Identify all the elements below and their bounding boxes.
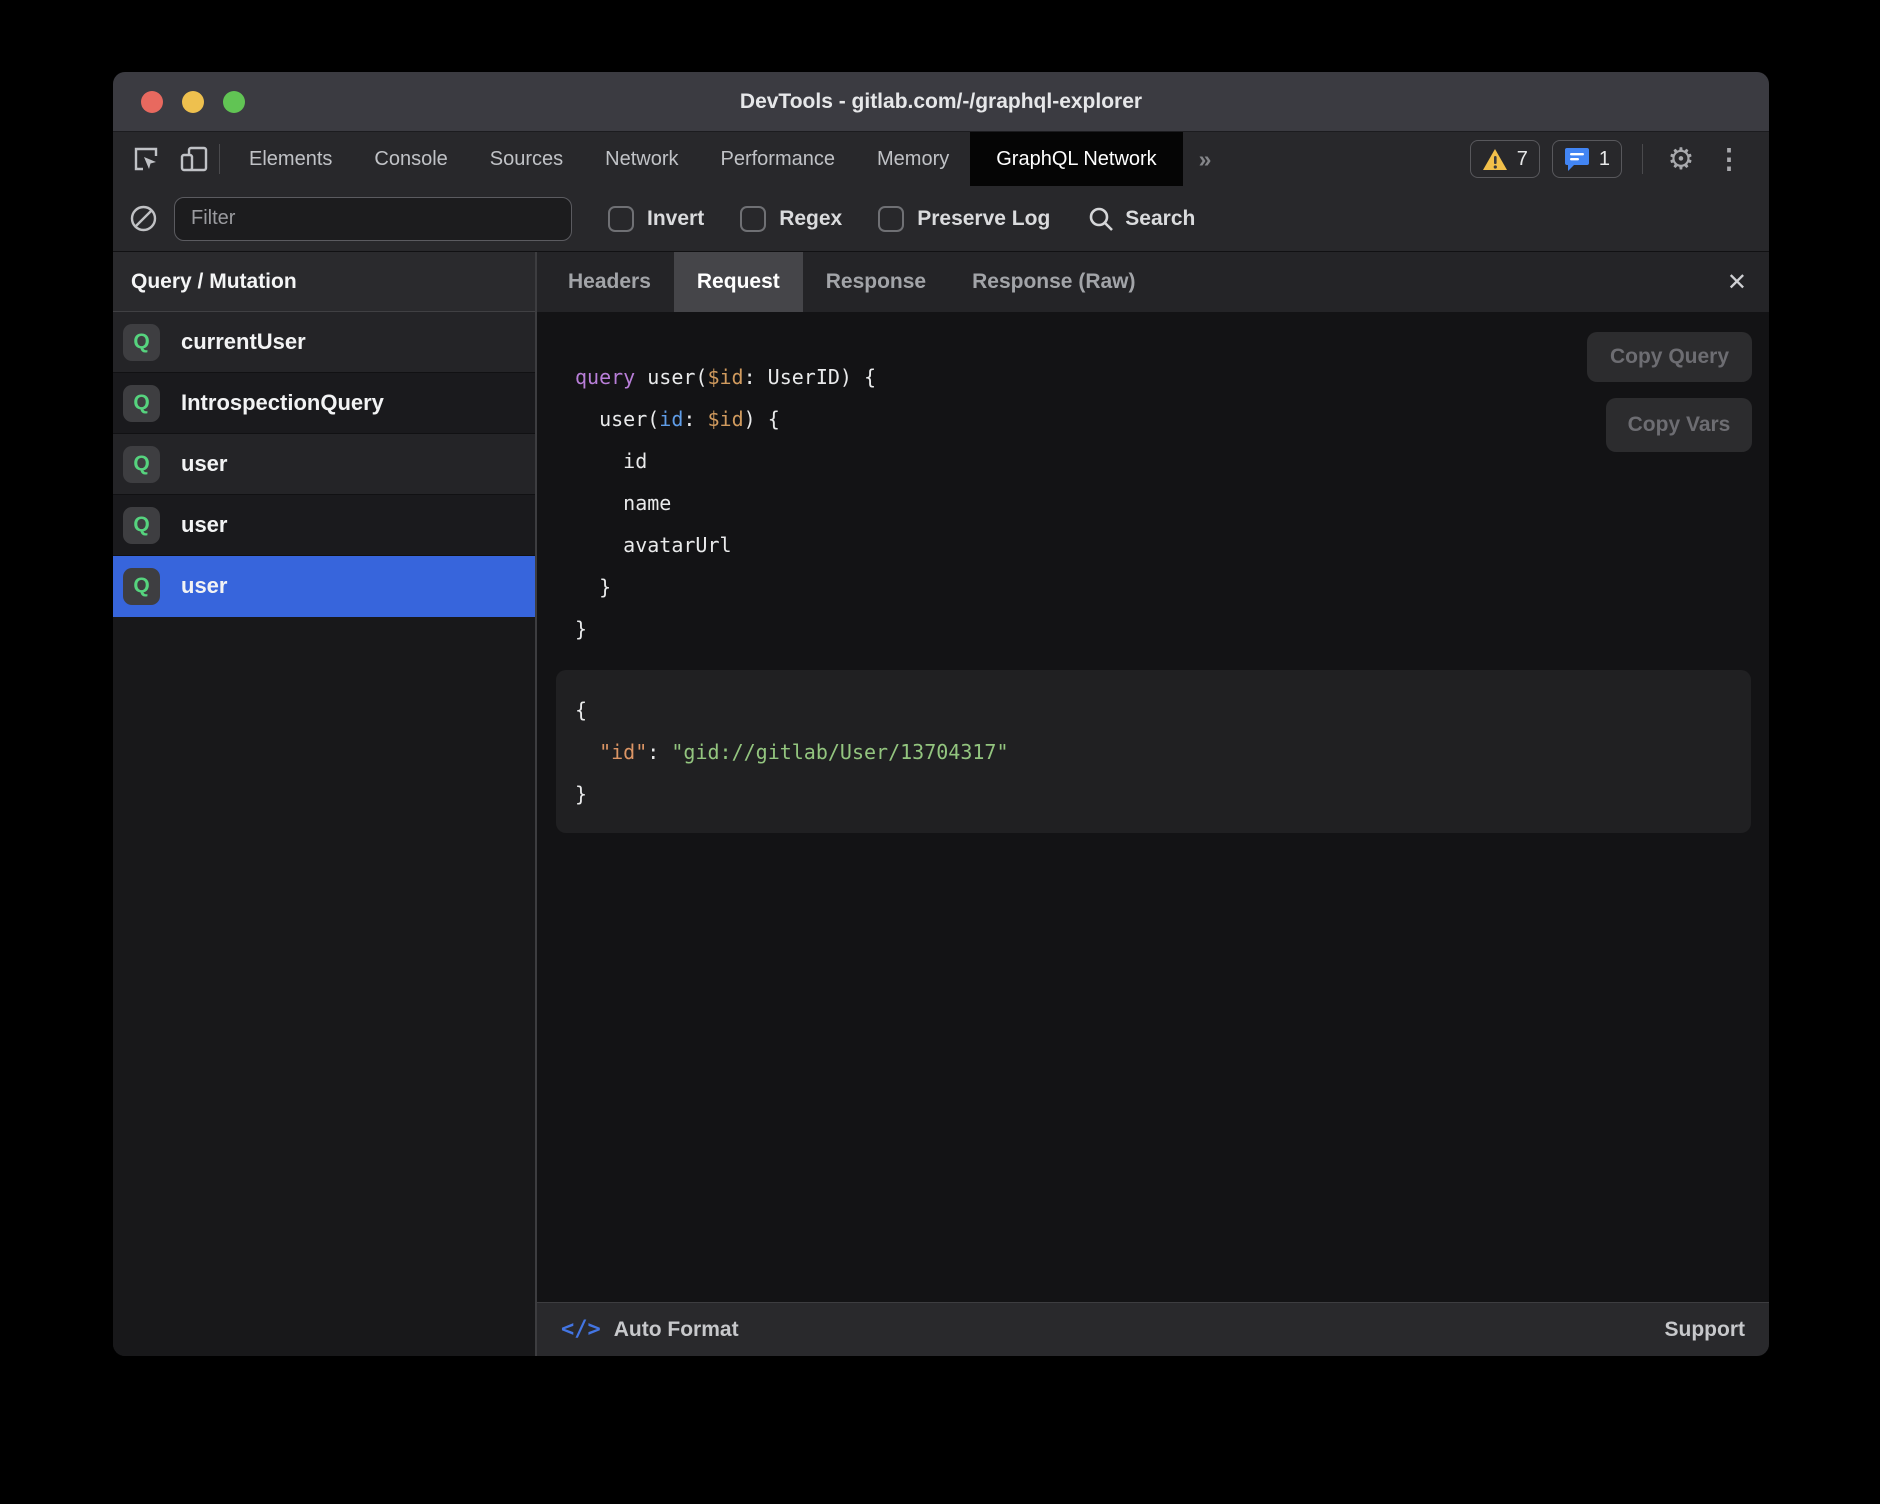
tab-response[interactable]: Response [803,252,949,312]
query-list-panel: Query / Mutation Q currentUser Q Introsp… [113,252,535,1356]
search-button[interactable]: Search [1088,206,1195,232]
message-count: 1 [1599,148,1610,171]
graphql-query-code: query user($id: UserID) { user(id: $id) … [537,312,1769,650]
title-bar[interactable]: DevTools - gitlab.com/-/graphql-explorer [113,72,1769,132]
query-list-title: Query / Mutation [113,252,535,312]
window-title: DevTools - gitlab.com/-/graphql-explorer [113,90,1769,114]
tab-response-raw[interactable]: Response (Raw) [949,252,1158,312]
toolbar-separator [219,144,220,174]
query-row-label: user [181,512,227,538]
support-link[interactable]: Support [1665,1318,1745,1342]
request-content: query user($id: UserID) { user(id: $id) … [537,312,1769,1302]
request-detail-panel: Headers Request Response Response (Raw) … [537,252,1769,1356]
invert-checkbox[interactable] [608,206,634,232]
more-options-icon[interactable]: ⋮ [1711,141,1747,177]
query-row-introspectionQuery[interactable]: Q IntrospectionQuery [113,373,535,434]
preserve-log-label: Preserve Log [917,207,1050,231]
tab-network[interactable]: Network [584,132,699,186]
code-brackets-icon: </> [561,1317,601,1342]
auto-format-label: Auto Format [614,1318,739,1342]
copy-query-button[interactable]: Copy Query [1587,332,1752,382]
query-list-empty-area [113,617,535,1356]
filter-bar: Invert Regex Preserve Log Search [113,186,1769,252]
inspect-element-icon[interactable] [129,142,163,176]
query-row-label: user [181,573,227,599]
more-tabs-icon[interactable]: » [1183,132,1226,186]
query-row-user-1[interactable]: Q user [113,434,535,495]
preserve-log-checkbox-group[interactable]: Preserve Log [878,206,1050,232]
devtools-window: DevTools - gitlab.com/-/graphql-explorer… [113,72,1769,1356]
warning-icon [1482,148,1508,171]
filter-input[interactable] [174,197,572,241]
devtools-toolbar: Elements Console Sources Network Perform… [113,132,1769,186]
issues-badge[interactable]: 1 [1552,140,1622,178]
tab-graphql-network[interactable]: GraphQL Network [970,132,1182,186]
tab-headers[interactable]: Headers [545,252,674,312]
detail-tab-bar: Headers Request Response Response (Raw) … [537,252,1769,312]
invert-label: Invert [647,207,704,231]
query-row-user-selected[interactable]: Q user [113,556,535,617]
query-type-badge: Q [123,507,160,544]
detail-footer: </> Auto Format Support [537,1302,1769,1356]
device-toolbar-icon[interactable] [177,142,211,176]
search-icon [1088,206,1114,232]
query-type-badge: Q [123,568,160,605]
tab-performance[interactable]: Performance [700,132,857,186]
regex-checkbox[interactable] [740,206,766,232]
variables-json-box: { "id": "gid://gitlab/User/13704317"} [556,670,1751,833]
close-detail-icon[interactable]: ✕ [1705,252,1769,312]
preserve-log-checkbox[interactable] [878,206,904,232]
invert-checkbox-group[interactable]: Invert [608,206,704,232]
tab-console[interactable]: Console [353,132,468,186]
message-icon [1564,147,1590,172]
warning-count: 7 [1517,148,1528,171]
query-row-user-2[interactable]: Q user [113,495,535,556]
tab-sources[interactable]: Sources [469,132,584,186]
regex-label: Regex [779,207,842,231]
toolbar-separator [1642,144,1643,174]
warnings-badge[interactable]: 7 [1470,140,1540,178]
query-type-badge: Q [123,446,160,483]
query-row-currentUser[interactable]: Q currentUser [113,312,535,373]
auto-format-button[interactable]: </> Auto Format [561,1317,739,1342]
search-label: Search [1125,207,1195,231]
settings-gear-icon[interactable]: ⚙ [1663,141,1699,177]
query-type-badge: Q [123,324,160,361]
query-row-label: user [181,451,227,477]
tab-request[interactable]: Request [674,252,803,312]
tab-memory[interactable]: Memory [856,132,970,186]
regex-checkbox-group[interactable]: Regex [740,206,842,232]
clear-filter-icon[interactable] [130,205,157,232]
query-row-label: currentUser [181,329,306,355]
query-row-label: IntrospectionQuery [181,390,384,416]
copy-vars-button[interactable]: Copy Vars [1606,398,1752,452]
query-type-badge: Q [123,385,160,422]
tab-elements[interactable]: Elements [228,132,353,186]
